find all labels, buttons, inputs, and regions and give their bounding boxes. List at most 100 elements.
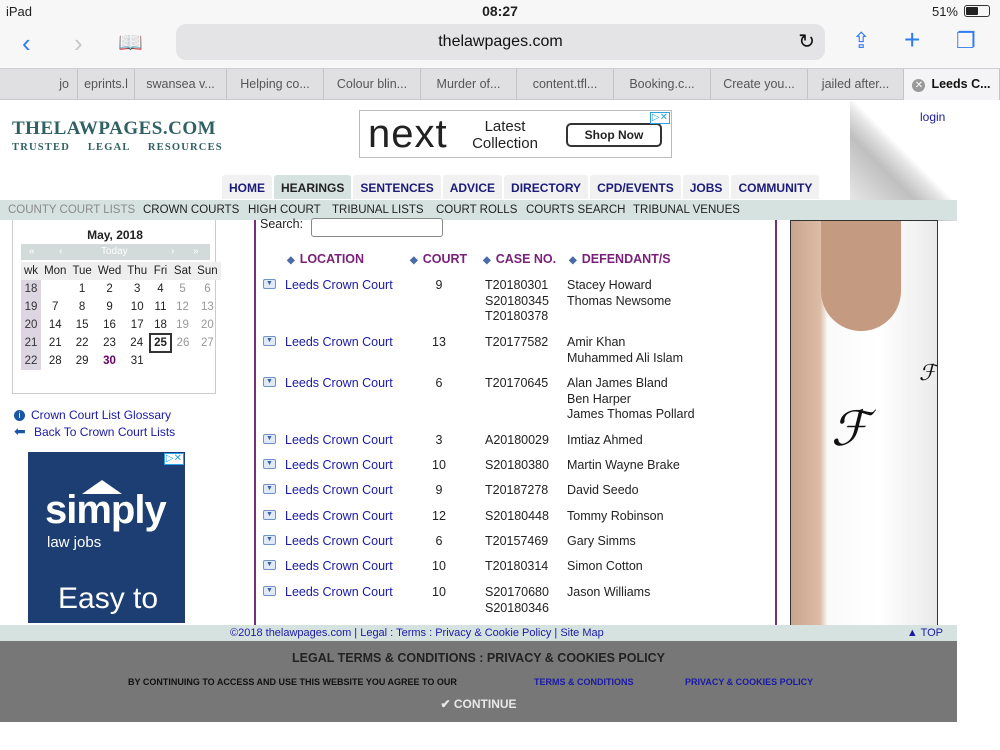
calendar-day[interactable]: 29 (69, 352, 94, 370)
expand-icon[interactable]: ▼ (263, 336, 276, 346)
location-link[interactable]: Leeds Crown Court (285, 433, 393, 449)
expand-icon[interactable]: ▼ (263, 377, 276, 387)
next-year-button[interactable]: » (193, 244, 199, 260)
site-logo[interactable]: THELAWPAGES.COM TRUSTED LEGAL RESOURCES (12, 118, 223, 153)
footer-links[interactable]: ©2018 thelawpages.com | Legal : Terms : … (230, 625, 604, 641)
nav-sentences[interactable]: SENTENCES (353, 175, 441, 199)
calendar-day[interactable]: 22 (69, 334, 94, 352)
expand-icon[interactable]: ▼ (263, 459, 276, 469)
tab-item[interactable]: jo (0, 69, 78, 100)
expand-icon[interactable]: ▼ (263, 484, 276, 494)
today-button[interactable]: Today (101, 244, 128, 260)
calendar-day[interactable]: 24 (124, 334, 150, 352)
calendar-day[interactable]: 9 (95, 298, 124, 316)
reload-icon[interactable]: ↻ (798, 24, 815, 60)
next-month-button[interactable]: › (171, 244, 174, 260)
tab-item[interactable]: Create you... (711, 69, 808, 100)
tab-item[interactable]: content.tfl... (517, 69, 614, 100)
location-link[interactable]: Leeds Crown Court (285, 335, 393, 351)
expand-icon[interactable]: ▼ (263, 535, 276, 545)
location-link[interactable]: Leeds Crown Court (285, 458, 393, 474)
glossary-link[interactable]: Crown Court List Glossary (31, 408, 171, 422)
calendar-day[interactable]: 10 (124, 298, 150, 316)
subnav-tribunal-lists[interactable]: TRIBUNAL LISTS (332, 200, 424, 220)
tab-item[interactable]: Helping co... (227, 69, 324, 100)
prev-month-button[interactable]: ‹ (59, 244, 62, 260)
tab-item[interactable]: swansea v... (135, 69, 227, 100)
calendar-day[interactable]: 28 (41, 352, 69, 370)
bookmarks-icon[interactable]: 📖 (118, 30, 143, 56)
calendar-day[interactable] (194, 352, 220, 370)
privacy-link[interactable]: PRIVACY & COOKIES POLICY (685, 677, 813, 687)
back-icon[interactable]: ‹ (22, 30, 31, 56)
location-link[interactable]: Leeds Crown Court (285, 278, 393, 294)
subnav-tribunal-venues[interactable]: TRIBUNAL VENUES (633, 200, 740, 220)
nav-advice[interactable]: ADVICE (442, 175, 503, 199)
login-link[interactable]: login (920, 110, 945, 124)
calendar-day[interactable]: 5 (171, 280, 194, 298)
expand-icon[interactable]: ▼ (263, 560, 276, 570)
calendar-day[interactable] (150, 352, 171, 370)
expand-icon[interactable]: ▼ (263, 510, 276, 520)
nav-hearings[interactable]: HEARINGS (274, 175, 352, 199)
calendar-day[interactable]: 21 (41, 334, 69, 352)
back-to-top-link[interactable]: ▲ TOP (907, 625, 943, 641)
nav-home[interactable]: HOME (222, 175, 272, 199)
calendar-day[interactable]: 1 (69, 280, 94, 298)
continue-button[interactable]: ✔ CONTINUE (0, 697, 957, 711)
glossary-link-row[interactable]: i Crown Court List Glossary (14, 407, 175, 423)
new-tab-icon[interactable]: + (904, 26, 920, 54)
calendar-day[interactable]: 8 (69, 298, 94, 316)
calendar-day-today[interactable]: 25 (149, 333, 172, 353)
adchoices-icon[interactable]: ▷✕ (649, 112, 670, 124)
forward-icon[interactable]: › (74, 30, 83, 56)
tab-item[interactable]: eprints.l (78, 69, 135, 100)
calendar-day[interactable]: 4 (150, 280, 171, 298)
calendar-day[interactable]: 17 (124, 316, 150, 334)
prev-year-button[interactable]: « (29, 244, 35, 260)
column-header-location[interactable]: ◆ LOCATION (287, 252, 364, 266)
adchoices-icon[interactable]: ▷✕ (163, 453, 184, 465)
column-header-court[interactable]: ◆ COURT (410, 252, 467, 266)
subnav-court-rolls[interactable]: COURT ROLLS (436, 200, 517, 220)
calendar-day[interactable]: 12 (171, 298, 194, 316)
shop-now-button[interactable]: Shop Now (566, 123, 662, 147)
calendar-day[interactable]: 15 (69, 316, 94, 334)
share-icon[interactable]: ⇪ (852, 28, 870, 54)
calendar-day[interactable]: 18 (150, 316, 171, 334)
back-link-row[interactable]: ⬅ Back To Crown Court Lists (14, 423, 175, 440)
tab-item[interactable]: Murder of... (421, 69, 517, 100)
calendar-day[interactable]: 2 (95, 280, 124, 298)
calendar-day[interactable]: 20 (194, 316, 220, 334)
location-link[interactable]: Leeds Crown Court (285, 534, 393, 550)
calendar-day[interactable] (41, 280, 69, 298)
nav-cpd-events[interactable]: CPD/EVENTS (590, 175, 681, 199)
banner-ad[interactable]: next Latest Collection Shop Now ▷✕ (359, 110, 672, 158)
nav-jobs[interactable]: JOBS (682, 175, 730, 199)
search-input[interactable] (311, 218, 443, 237)
tab-item[interactable]: jailed after... (808, 69, 904, 100)
calendar-day-selected[interactable]: 30 (95, 352, 124, 370)
subnav-county-court-lists[interactable]: COUNTY COURT LISTS (8, 200, 135, 220)
tab-item[interactable]: Booking.c... (614, 69, 711, 100)
calendar-day[interactable]: 16 (95, 316, 124, 334)
location-link[interactable]: Leeds Crown Court (285, 483, 393, 499)
location-link[interactable]: Leeds Crown Court (285, 559, 393, 575)
tab-item-active[interactable]: ✕ Leeds C... (904, 69, 1000, 100)
tabs-overview-icon[interactable]: ❐ (956, 28, 976, 54)
subnav-courts-search[interactable]: COURTS SEARCH (526, 200, 625, 220)
address-bar[interactable]: thelawpages.com ↻ (176, 24, 825, 60)
location-link[interactable]: Leeds Crown Court (285, 509, 393, 525)
calendar-day[interactable]: 7 (41, 298, 69, 316)
subnav-crown-courts[interactable]: CROWN COURTS (143, 200, 239, 220)
nav-community[interactable]: COMMUNITY (731, 175, 820, 199)
location-link[interactable]: Leeds Crown Court (285, 585, 393, 601)
column-header-case[interactable]: ◆ CASE NO. (483, 252, 556, 266)
expand-icon[interactable]: ▼ (263, 434, 276, 444)
calendar-day[interactable]: 23 (95, 334, 124, 352)
tab-item[interactable]: Colour blin... (324, 69, 421, 100)
calendar-day[interactable]: 14 (41, 316, 69, 334)
simply-law-jobs-ad[interactable]: ▷✕ simply law jobs Easy to (28, 452, 185, 623)
expand-icon[interactable]: ▼ (263, 279, 276, 289)
calendar-day[interactable]: 26 (171, 334, 194, 352)
